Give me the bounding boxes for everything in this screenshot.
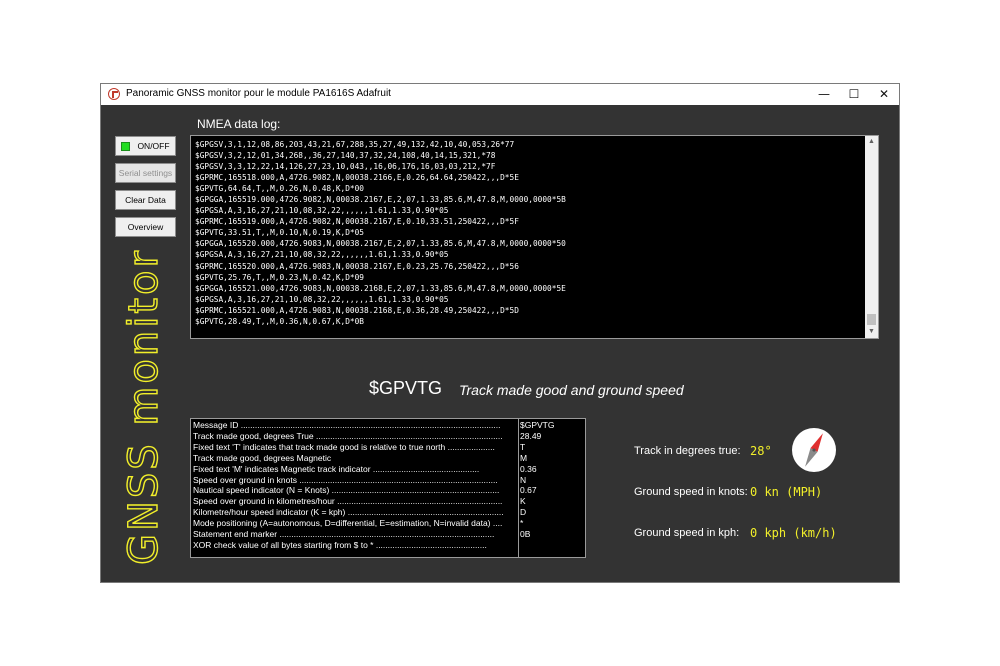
field-name-cell: Statement end marker ...................… (193, 529, 495, 540)
track-label: Track in degrees true: (634, 445, 741, 457)
field-names-column: Message ID .............................… (193, 420, 519, 551)
field-value-cell: K (520, 496, 526, 507)
close-button[interactable]: ✕ (869, 84, 899, 105)
main-content: ON/OFF Serial settings Clear Data Overvi… (101, 105, 899, 582)
log-line: $GPVTG,64.64,T,,M,0.26,N,0.48,K,D*00 (195, 184, 364, 194)
log-line: $GPVTG,25.76,T,,M,0.23,N,0.42,K,D*09 (195, 272, 364, 282)
clear-data-button[interactable]: Clear Data (115, 190, 176, 210)
field-value-cell: 0.36 (520, 463, 537, 474)
field-value-cell: * (520, 518, 524, 529)
log-line: $GPRMC,165520.000,A,4726.9083,N,00038.21… (195, 261, 519, 271)
field-value-cell: $GPVTG (520, 420, 555, 430)
app-icon (108, 88, 120, 100)
app-window: Panoramic GNSS monitor pour le module PA… (100, 83, 900, 583)
log-line: $GPRMC,165521.000,A,4726.9083,N,00038.21… (195, 305, 519, 315)
log-line: $GPVTG,33.51,T,,M,0.10,N,0.19,K,D*05 (195, 228, 364, 238)
knots-label: Ground speed in knots: (634, 486, 748, 498)
log-line: $GPGSA,A,3,16,27,21,10,08,32,22,,,,,,1.6… (195, 206, 449, 216)
field-name-cell: Kilometre/hour speed indicator (K = kph)… (193, 507, 504, 518)
log-line: $GPGGA,165520.000,4726.9083,N,00038.2167… (195, 239, 566, 249)
window-title: Panoramic GNSS monitor pour le module PA… (126, 88, 391, 99)
log-label: NMEA data log: (197, 117, 281, 131)
log-line: $GPGSV,3,2,12,01,34,268,,36,27,140,37,32… (195, 151, 496, 161)
log-line: $GPGGA,165521.000,4726.9083,N,00038.2168… (195, 283, 566, 293)
field-name-cell: Fixed text 'M' indicates Magnetic track … (193, 463, 480, 474)
log-line: $GPGSV,3,3,12,22,14,126,27,23,10,043,,16… (195, 162, 496, 172)
log-lines: $GPGSV,3,1,12,08,86,203,43,21,67,288,35,… (195, 139, 863, 327)
field-value-cell: D (520, 507, 527, 518)
field-name-cell: Mode positioning (A=autonomous, D=differ… (193, 518, 503, 529)
field-values-column: $GPVTG 28.49 T M 0.36 N 0.67 K D * 0B (520, 420, 582, 540)
field-name-cell: Speed over ground in kilometres/hour ...… (193, 496, 503, 507)
log-line: $GPRMC,165519.000,A,4726.9082,N,00038.21… (195, 217, 519, 227)
nmea-log[interactable]: $GPGSV,3,1,12,08,86,203,43,21,67,288,35,… (190, 135, 879, 339)
field-value-cell: 28.49 (520, 430, 542, 441)
field-name-cell: Track made good, degrees Magnetic (193, 452, 332, 463)
on-off-button[interactable]: ON/OFF (115, 136, 176, 156)
log-line: $GPGSV,3,1,12,08,86,203,43,21,67,288,35,… (195, 140, 515, 149)
log-line: $GPVTG,28.49,T,,M,0.36,N,0.67,K,D*0B (195, 316, 364, 326)
field-name-cell: Fixed text 'T' indicates that track made… (193, 441, 495, 452)
field-name-cell: XOR check value of all bytes starting fr… (193, 539, 487, 550)
field-name-cell: Track made good, degrees True ..........… (193, 430, 503, 441)
log-line: $GPGSA,A,3,16,27,21,10,08,32,22,,,,,,1.6… (195, 250, 449, 260)
message-fields-table: Message ID .............................… (190, 418, 586, 558)
status-led-icon (121, 141, 131, 151)
message-id-heading: $GPVTG (369, 378, 443, 398)
scroll-up-icon[interactable]: ▲ (865, 136, 878, 148)
field-value-cell: N (520, 474, 527, 485)
serial-settings-button[interactable]: Serial settings (115, 163, 176, 183)
scroll-down-icon[interactable]: ▼ (865, 326, 878, 338)
app-vertical-title: GNSS monitor (120, 247, 167, 565)
maximize-button[interactable]: ☐ (839, 84, 869, 105)
column-divider (518, 419, 519, 557)
on-off-label: ON/OFF (137, 141, 170, 151)
scrollbar-thumb[interactable] (867, 314, 876, 325)
field-value-cell: M (520, 452, 528, 463)
field-value-cell: 0.67 (520, 485, 537, 496)
field-name-cell: Nautical speed indicator (N = Knots) ...… (193, 485, 500, 496)
track-value: 28° (750, 444, 772, 458)
field-value-cell: T (520, 441, 526, 452)
log-scrollbar[interactable]: ▲ ▼ (865, 136, 878, 338)
field-name-cell: Speed over ground in knots .............… (193, 474, 498, 485)
title-bar[interactable]: Panoramic GNSS monitor pour le module PA… (101, 84, 899, 105)
field-value-cell: 0B (520, 529, 531, 540)
knots-value: 0 kn (MPH) (750, 485, 823, 499)
log-line: $GPRMC,165518.000,A,4726.9082,N,00038.21… (195, 173, 519, 183)
minimize-button[interactable]: — (809, 84, 839, 105)
compass-icon (792, 428, 836, 472)
kph-label: Ground speed in kph: (634, 527, 740, 539)
log-line: $GPGSA,A,3,16,27,21,10,08,32,22,,,,,,1.6… (195, 294, 449, 304)
kph-value: 0 kph (km/h) (750, 526, 837, 540)
log-line: $GPGGA,165519.000,4726.9082,N,00038.2167… (195, 195, 566, 205)
message-description: Track made good and ground speed (459, 382, 684, 398)
overview-button[interactable]: Overview (115, 217, 176, 237)
field-name-cell: Message ID .............................… (193, 420, 501, 430)
